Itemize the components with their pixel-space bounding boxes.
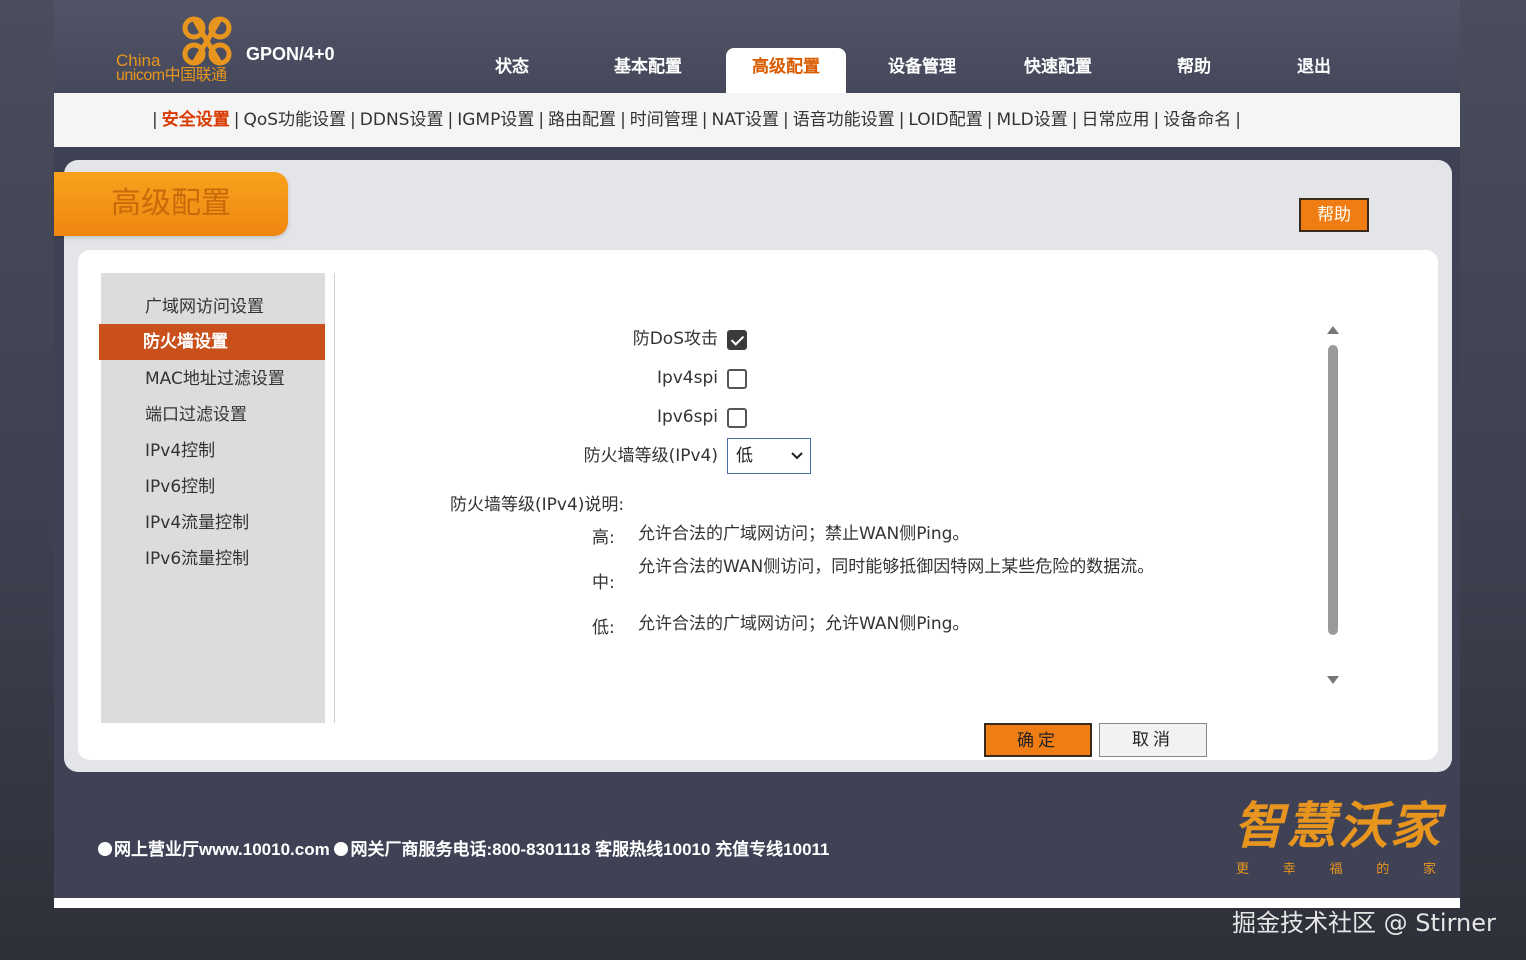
- subnav-qos[interactable]: QoS功能设置: [243, 110, 346, 130]
- dos-label: 防DoS攻击: [632, 329, 718, 349]
- sub-nav-separator: |: [898, 110, 905, 130]
- ipv6spi-label: Ipv6spi: [656, 407, 718, 427]
- sub-nav-separator: |: [447, 110, 454, 130]
- subnav-igmp[interactable]: IGMP设置: [457, 110, 534, 130]
- sub-nav-separator: |: [1235, 110, 1241, 130]
- cancel-button[interactable]: 取消: [1099, 723, 1207, 757]
- subnav-routing[interactable]: 路由配置: [548, 110, 616, 130]
- sub-nav: | 安全设置 | QoS功能设置 | DDNS设置 | IGMP设置 | 路由配置 | 时间管理 | NA…: [54, 93, 1460, 147]
- sidebar-item-wan-access[interactable]: 广域网访问设置: [101, 289, 325, 325]
- sub-nav-separator: |: [1071, 110, 1078, 130]
- sidebar-item-firewall[interactable]: 防火墙设置: [99, 324, 325, 360]
- bullet-dot-icon: [98, 842, 112, 856]
- sidebar-item-ipv4-traffic[interactable]: IPv4流量控制: [101, 505, 325, 541]
- section-title-tab: 高级配置: [54, 172, 288, 236]
- sidebar-item-ipv6-traffic[interactable]: IPv6流量控制: [101, 541, 325, 577]
- sub-nav-separator: |: [986, 110, 993, 130]
- ipv4spi-label: Ipv4spi: [656, 368, 718, 388]
- nav-advanced-config[interactable]: 高级配置: [726, 48, 846, 93]
- ipv4spi-row: Ipv4spi: [478, 360, 718, 396]
- subnav-mld[interactable]: MLD设置: [997, 110, 1068, 130]
- top-header: China unicom中国联通 GPON/4+0 状态 基本配置 高级配置 设…: [54, 0, 1460, 93]
- desc-low-text: 允许合法的广域网访问；允许WAN侧Ping。: [638, 614, 970, 634]
- sidebar-item-mac-filter[interactable]: MAC地址过滤设置: [101, 361, 325, 397]
- logo-text-unicom: unicom中国联通: [116, 67, 227, 84]
- subnav-ddns[interactable]: DDNS设置: [360, 110, 444, 130]
- sidebar-item-port-filter[interactable]: 端口过滤设置: [101, 397, 325, 433]
- sidebar: 广域网访问设置 防火墙设置 MAC地址过滤设置 端口过滤设置 IPv4控制 IP…: [99, 273, 325, 723]
- bullet-dot-icon: [334, 842, 349, 856]
- sidebar-divider: [334, 273, 335, 723]
- firewall-level-value: 低: [736, 446, 753, 466]
- help-button[interactable]: 帮助: [1299, 198, 1369, 232]
- firewall-level-row: 防火墙等级(IPv4): [478, 438, 718, 474]
- sidebar-item-ipv4-control[interactable]: IPv4控制: [101, 433, 325, 469]
- nav-status[interactable]: 状态: [452, 48, 572, 93]
- subnav-nat[interactable]: NAT设置: [712, 110, 779, 130]
- sub-nav-separator: |: [350, 110, 356, 130]
- footer-info: 网上营业厅www.10010.com 网关厂商服务电话:800-8301118 …: [98, 835, 830, 860]
- brand-tagline-char: 福: [1329, 862, 1343, 877]
- nav-basic-config[interactable]: 基本配置: [588, 48, 708, 93]
- subnav-device-naming[interactable]: 设备命名: [1163, 110, 1231, 130]
- nav-device-management[interactable]: 设备管理: [862, 48, 982, 93]
- description-title: 防火墙等级(IPv4)说明:: [450, 495, 625, 515]
- router-admin-frame: China unicom中国联通 GPON/4+0 状态 基本配置 高级配置 设…: [54, 0, 1460, 908]
- china-unicom-logo: China unicom中国联通: [114, 14, 244, 84]
- sub-nav-separator: |: [152, 110, 158, 130]
- footer-hotlines: 网关厂商服务电话:800-8301118 客服热线10010 充值专线10011: [350, 840, 830, 859]
- nav-logout[interactable]: 退出: [1254, 48, 1374, 93]
- device-model: GPON/4+0: [246, 44, 335, 64]
- desc-high-key: 高:: [592, 528, 615, 548]
- desc-high-text: 允许合法的广域网访问；禁止WAN侧Ping。: [638, 524, 970, 544]
- footer-website[interactable]: 网上营业厅www.10010.com: [114, 840, 330, 859]
- brand-tagline-char: 的: [1376, 862, 1390, 877]
- subnav-time[interactable]: 时间管理: [630, 110, 698, 130]
- subnav-daily-apps[interactable]: 日常应用: [1081, 110, 1149, 130]
- nav-quick-config[interactable]: 快速配置: [998, 48, 1118, 93]
- desc-mid-key: 中:: [592, 573, 615, 593]
- brand-tagline: 更 幸 福 的 家: [1236, 858, 1436, 877]
- brand-main-text: 智慧沃家: [1234, 797, 1442, 855]
- desc-mid-text: 允许合法的WAN侧访问，同时能够抵御因特网上某些危险的数据流。: [638, 557, 1155, 577]
- sub-nav-separator: |: [1153, 110, 1160, 130]
- ipv6spi-checkbox[interactable]: [727, 408, 747, 428]
- dos-row: 防DoS攻击: [478, 321, 718, 357]
- nav-help[interactable]: 帮助: [1134, 48, 1254, 93]
- scroll-up-icon[interactable]: [1326, 325, 1340, 335]
- ipv4spi-checkbox[interactable]: [727, 369, 747, 389]
- scroll-down-icon[interactable]: [1326, 675, 1340, 685]
- watermark: 掘金技术社区 @ Stirner: [1232, 909, 1496, 937]
- sub-nav-separator: |: [701, 110, 708, 130]
- scrollbar-thumb[interactable]: [1328, 345, 1338, 635]
- smart-home-brand-logo: 智慧沃家 更 幸 福 的 家: [1234, 786, 1444, 882]
- sub-nav-separator: |: [620, 110, 626, 130]
- sidebar-item-ipv6-control[interactable]: IPv6控制: [101, 469, 325, 505]
- firewall-level-select[interactable]: 低: [727, 438, 811, 474]
- firewall-level-label: 防火墙等级(IPv4): [583, 446, 718, 466]
- subnav-voice[interactable]: 语音功能设置: [793, 110, 895, 130]
- ok-button[interactable]: 确定: [984, 723, 1092, 757]
- ipv6spi-row: Ipv6spi: [478, 399, 718, 435]
- desc-low-key: 低:: [592, 618, 615, 638]
- sub-nav-separator: |: [538, 110, 545, 130]
- sub-nav-separator: |: [782, 110, 789, 130]
- subnav-loid[interactable]: LOID配置: [908, 110, 982, 130]
- unicom-knot-icon: [182, 16, 232, 66]
- chevron-down-icon: [791, 452, 803, 460]
- brand-tagline-char: 家: [1422, 862, 1436, 877]
- brand-tagline-char: 更: [1236, 862, 1250, 877]
- subnav-security[interactable]: 安全设置: [162, 110, 230, 130]
- content-area: 广域网访问设置 防火墙设置 MAC地址过滤设置 端口过滤设置 IPv4控制 IP…: [78, 250, 1438, 760]
- brand-tagline-char: 幸: [1282, 862, 1296, 877]
- sub-nav-separator: |: [233, 110, 240, 130]
- dos-checkbox[interactable]: [727, 330, 747, 350]
